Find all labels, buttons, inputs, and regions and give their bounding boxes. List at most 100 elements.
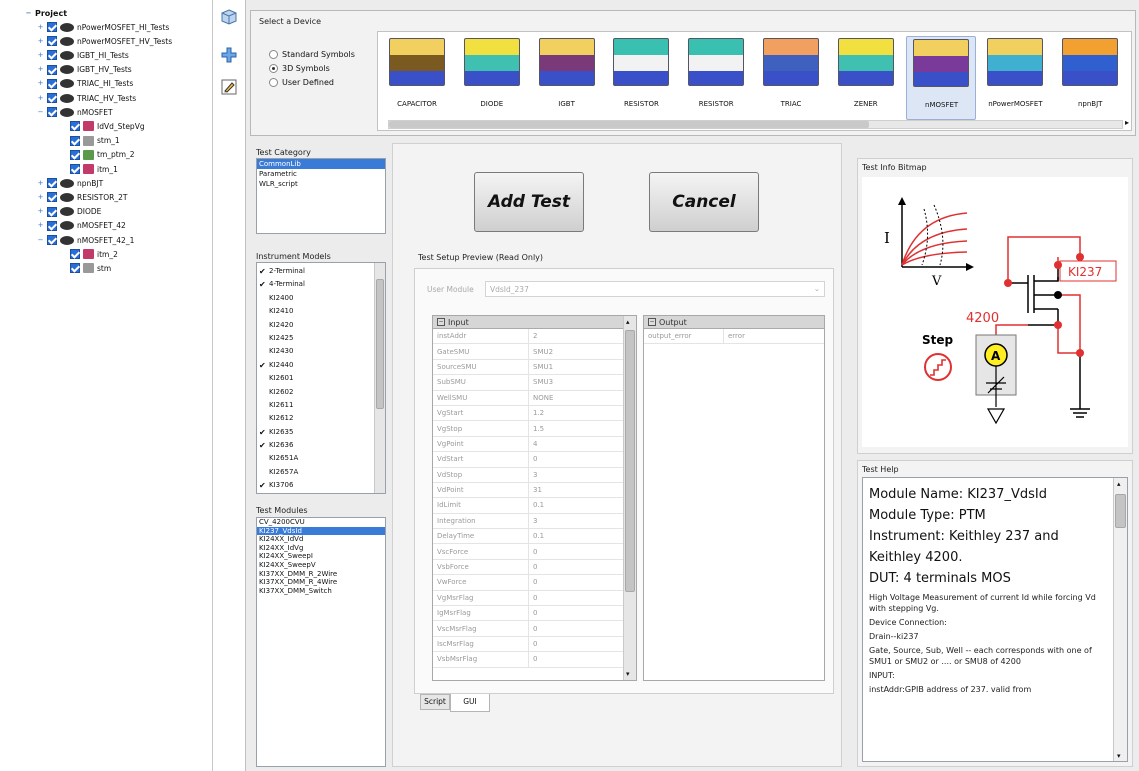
checkbox-checked-icon[interactable] — [47, 36, 57, 47]
help-text[interactable]: Module Name: KI237_VdsId Module Type: PTM… — [862, 477, 1128, 762]
tree-item[interactable]: + IGBT_HI_Tests — [36, 48, 129, 62]
radio-3d-symbols[interactable]: 3D Symbols — [269, 61, 355, 75]
input-grid[interactable]: − Input instAddr 2 GateSMU SMU2 SourceSMU SMU1… — [432, 315, 637, 681]
tree-item[interactable]: + nPowerMOSFET_HV_Tests — [36, 34, 172, 48]
help-scrollbar[interactable]: ▴ ▾ — [1113, 478, 1127, 761]
instrument-item[interactable]: KI2410 — [257, 305, 385, 318]
scroll-down-icon[interactable]: ▾ — [626, 670, 630, 678]
checkmark-icon[interactable]: ✔ — [259, 439, 269, 452]
checkbox-checked-icon[interactable] — [47, 50, 57, 61]
checkbox-checked-icon[interactable] — [70, 121, 80, 132]
device-gallery-scrollbar[interactable] — [388, 120, 1123, 129]
collapse-icon[interactable]: − — [24, 9, 33, 18]
instrument-item[interactable]: ✔ KI2636 — [257, 439, 385, 452]
instrument-item[interactable]: ✔ KI3706 — [257, 479, 385, 492]
expand-icon[interactable]: + — [36, 193, 45, 202]
empty-check-icon[interactable] — [259, 372, 269, 385]
module-item[interactable]: KI37XX_DMM_Switch — [257, 587, 385, 596]
tree-item[interactable]: + npnBJT — [36, 176, 103, 190]
checkbox-checked-icon[interactable] — [47, 178, 57, 189]
scroll-up-icon[interactable]: ▴ — [626, 318, 630, 326]
checkbox-checked-icon[interactable] — [47, 220, 57, 231]
scrollbar-thumb[interactable] — [625, 330, 635, 592]
tree-item[interactable]: stm — [70, 261, 111, 275]
device-card[interactable]: CAPACITOR — [382, 36, 452, 120]
expand-icon[interactable]: + — [36, 207, 45, 216]
instrument-item[interactable]: ✔ KI2635 — [257, 426, 385, 439]
checkmark-icon[interactable]: ✔ — [259, 265, 269, 278]
checkbox-checked-icon[interactable] — [47, 107, 57, 118]
expand-icon[interactable]: + — [36, 79, 45, 88]
empty-check-icon[interactable] — [259, 399, 269, 412]
module-item[interactable]: KI24XX_IdVg — [257, 544, 385, 553]
device-card[interactable]: RESISTOR — [681, 36, 751, 120]
tree-item[interactable]: − nMOSFET_42_1 — [36, 233, 134, 247]
radio-icon[interactable] — [269, 49, 278, 59]
checkbox-checked-icon[interactable] — [47, 22, 57, 32]
module-item[interactable]: KI24XX_SweepI — [257, 552, 385, 561]
radio-selected-icon[interactable] — [269, 63, 278, 73]
module-item[interactable]: KI37XX_DMM_R_4Wire — [257, 578, 385, 587]
category-item[interactable]: Parametric — [257, 169, 385, 179]
device-card[interactable]: DIODE — [457, 36, 527, 120]
collapse-box-icon[interactable]: − — [648, 318, 656, 326]
checkbox-checked-icon[interactable] — [47, 235, 57, 245]
device-card[interactable]: TRIAC — [756, 36, 826, 120]
scroll-down-icon[interactable]: ▾ — [1117, 752, 1121, 760]
instrument-item[interactable]: KI2612 — [257, 412, 385, 425]
collapse-icon[interactable]: − — [36, 236, 45, 245]
category-item[interactable]: WLR_script — [257, 179, 385, 189]
device-card[interactable]: nMOSFET — [905, 36, 976, 120]
tree-item[interactable]: + nPowerMOSFET_HI_Tests — [36, 20, 169, 34]
instrument-item[interactable]: KI2425 — [257, 332, 385, 345]
checkbox-checked-icon[interactable] — [47, 64, 57, 75]
tree-item[interactable]: itm_1 — [70, 162, 118, 176]
checkbox-checked-icon[interactable] — [47, 206, 57, 217]
checkbox-checked-icon[interactable] — [70, 135, 80, 146]
tab-gui[interactable]: GUI — [450, 694, 490, 712]
add-test-button[interactable]: Add Test — [474, 172, 584, 232]
device-card[interactable]: npnBJT — [1055, 36, 1125, 120]
tree-item[interactable]: stm_1 — [70, 134, 120, 148]
instrument-item[interactable]: KI2657A — [257, 466, 385, 479]
checkmark-icon[interactable]: ✔ — [259, 426, 269, 439]
collapse-icon[interactable]: − — [36, 108, 45, 117]
checkmark-icon[interactable]: ✔ — [259, 359, 269, 372]
empty-check-icon[interactable] — [259, 332, 269, 345]
checkbox-checked-icon[interactable] — [70, 149, 80, 160]
tree-item[interactable]: + RESISTOR_2T — [36, 190, 127, 204]
add-plus-icon[interactable] — [220, 46, 238, 64]
checkmark-icon[interactable]: ✔ — [259, 479, 269, 492]
tree-item[interactable]: IdVd_StepVg — [70, 119, 145, 133]
edit-pencil-icon[interactable] — [220, 78, 238, 96]
instrument-item[interactable]: KI2611 — [257, 399, 385, 412]
cancel-button[interactable]: Cancel — [649, 172, 759, 232]
tree-item[interactable]: + TRIAC_HI_Tests — [36, 77, 133, 91]
instrument-item[interactable]: KI2400 — [257, 292, 385, 305]
checkbox-checked-icon[interactable] — [47, 93, 57, 103]
radio-standard-symbols[interactable]: Standard Symbols — [269, 47, 355, 61]
test-modules-list[interactable]: CV_4200CVU KI237_VdsId KI24XX_IdVd KI24XX_I… — [256, 517, 386, 767]
empty-check-icon[interactable] — [259, 319, 269, 332]
tree-item[interactable]: itm_2 — [70, 247, 118, 261]
device-card[interactable]: nPowerMOSFET — [980, 36, 1050, 120]
scroll-right-icon[interactable]: ▸ — [1125, 118, 1129, 127]
empty-check-icon[interactable] — [259, 345, 269, 358]
instrument-item[interactable]: KI2651A — [257, 452, 385, 465]
instrument-item[interactable]: KI2430 — [257, 345, 385, 358]
scrollbar-thumb[interactable] — [389, 121, 869, 128]
expand-icon[interactable]: + — [36, 179, 45, 188]
empty-check-icon[interactable] — [259, 466, 269, 479]
module-item[interactable]: KI24XX_IdVd — [257, 535, 385, 544]
module-item[interactable]: KI237_VdsId — [257, 526, 385, 536]
empty-check-icon[interactable] — [259, 292, 269, 305]
cube-icon[interactable] — [220, 8, 238, 26]
category-item[interactable]: CommonLib — [257, 159, 385, 169]
expand-icon[interactable]: + — [36, 51, 45, 60]
test-category-list[interactable]: CommonLib Parametric WLR_script — [256, 158, 386, 234]
expand-icon[interactable]: + — [36, 65, 45, 74]
tree-item[interactable]: − nMOSFET — [36, 105, 113, 119]
tree-item[interactable]: tm_ptm_2 — [70, 148, 135, 162]
instrument-models-list[interactable]: ✔ 2-Terminal ✔ 4-Terminal KI2400 KI2410 KI2420… — [256, 262, 386, 494]
tab-script[interactable]: Script — [420, 694, 450, 710]
